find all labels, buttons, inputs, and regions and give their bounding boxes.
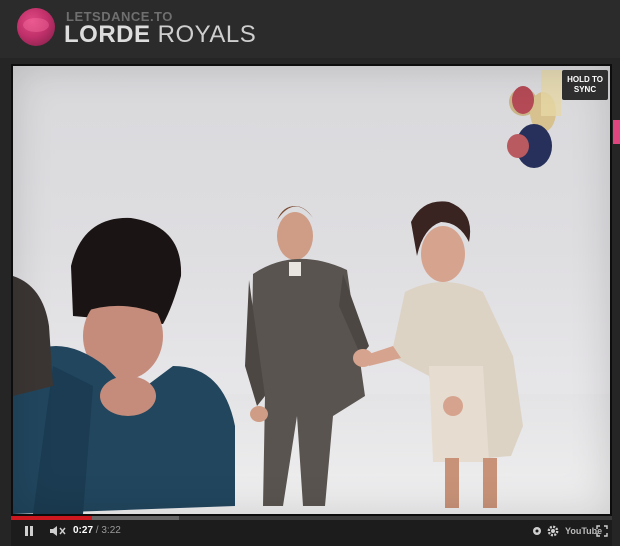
song-name: ROYALS bbox=[157, 21, 257, 48]
time-display: 0:27 / 3:22 bbox=[73, 524, 121, 538]
header: LETSDANCE.TO LORDE ROYALS bbox=[0, 0, 620, 58]
app-page: LETSDANCE.TO LORDE ROYALS HOLD TO SYNC 0… bbox=[0, 0, 620, 546]
progress-bar[interactable] bbox=[11, 516, 612, 520]
site-logo[interactable] bbox=[17, 8, 55, 46]
pause-button[interactable] bbox=[23, 524, 35, 538]
captions-button[interactable] bbox=[531, 524, 543, 538]
video-vignette bbox=[13, 66, 610, 514]
progress-played bbox=[11, 516, 92, 520]
settings-button[interactable] bbox=[546, 524, 560, 538]
captions-icon bbox=[533, 527, 541, 535]
volume-button[interactable] bbox=[49, 524, 67, 538]
volume-muted-icon bbox=[50, 526, 66, 536]
song-title: LORDE ROYALS bbox=[64, 21, 256, 49]
fullscreen-icon bbox=[596, 525, 608, 537]
hold-to-sync-button[interactable]: HOLD TO SYNC bbox=[562, 70, 608, 100]
pause-icon bbox=[25, 526, 33, 536]
fullscreen-button[interactable] bbox=[596, 524, 608, 538]
gear-icon bbox=[547, 525, 559, 537]
artist-name: LORDE bbox=[64, 21, 151, 48]
video-player[interactable]: HOLD TO SYNC bbox=[11, 64, 612, 516]
current-time: 0:27 bbox=[73, 525, 94, 536]
player-controls: 0:27 / 3:22 YouTube bbox=[11, 516, 612, 546]
video-frame-image bbox=[13, 66, 610, 514]
side-panel-tab[interactable] bbox=[613, 120, 620, 144]
total-time: 3:22 bbox=[101, 525, 121, 536]
time-separator: / bbox=[95, 525, 99, 536]
